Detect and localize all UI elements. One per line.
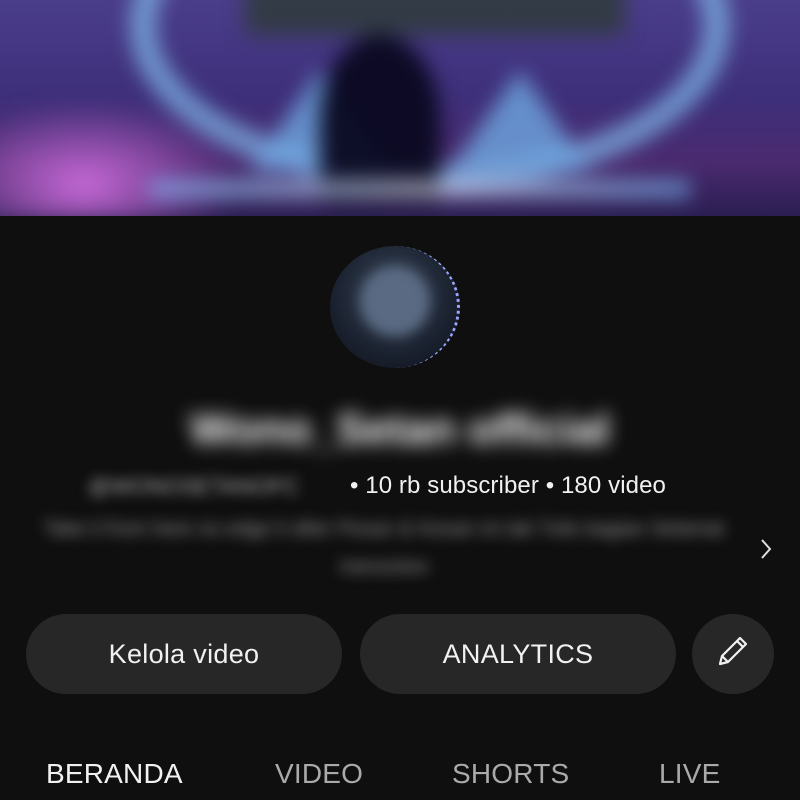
- chevron-right-icon[interactable]: [755, 534, 777, 564]
- channel-banner: [0, 0, 800, 216]
- channel-avatar[interactable]: [330, 246, 460, 368]
- channel-stats: • 10 rb subscriber • 180 video: [350, 472, 666, 499]
- channel-tabs: BERANDA VIDEO SHORTS LIVE: [0, 748, 800, 800]
- analytics-label: ANALYTICS: [442, 638, 594, 669]
- tab-live[interactable]: LIVE: [659, 758, 721, 790]
- manage-videos-button[interactable]: Kelola video: [26, 614, 342, 694]
- edit-channel-button[interactable]: [692, 614, 774, 694]
- banner-art: [0, 0, 800, 216]
- channel-page: Wono_Setan official @WONOSETANOFC • 10 r…: [0, 0, 800, 800]
- channel-name: Wono_Setan official: [190, 405, 610, 454]
- channel-description[interactable]: Take it from here no edge it after Pesan…: [24, 510, 744, 590]
- tab-shorts[interactable]: SHORTS: [452, 758, 569, 790]
- analytics-button[interactable]: ANALYTICS: [360, 614, 676, 694]
- channel-handle: @WONOSETANOFC: [88, 474, 300, 499]
- channel-stats-row: @WONOSETANOFC • 10 rb subscriber • 180 v…: [88, 470, 728, 504]
- tab-video[interactable]: VIDEO: [275, 758, 363, 790]
- tab-beranda[interactable]: BERANDA: [46, 758, 183, 790]
- pencil-icon: [711, 629, 755, 680]
- manage-videos-label: Kelola video: [108, 638, 260, 669]
